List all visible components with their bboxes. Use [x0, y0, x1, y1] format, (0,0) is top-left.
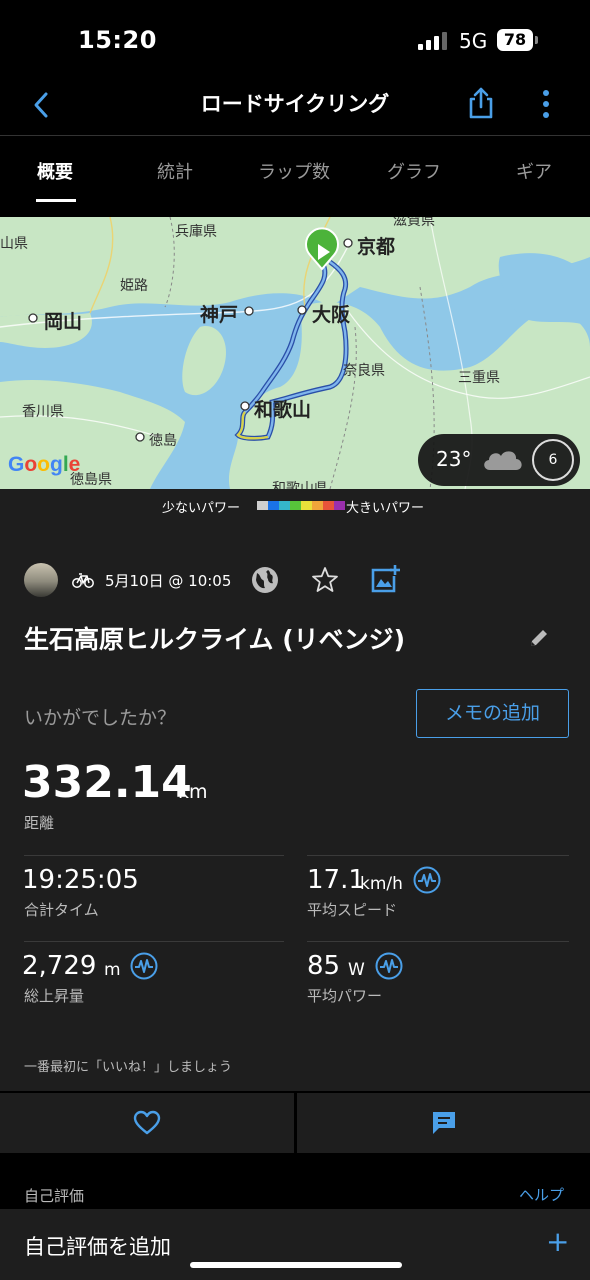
- power-swatch: [290, 501, 301, 510]
- power-swatch: [334, 501, 345, 510]
- activity-meta-row: 5月10日 @ 10:05: [24, 563, 584, 597]
- map-label-nara: 奈良県: [343, 363, 385, 379]
- map-label-himeji: 姫路: [120, 278, 148, 294]
- power-swatch: [301, 501, 312, 510]
- globe-icon[interactable]: [251, 566, 279, 594]
- power-swatch: [323, 501, 334, 510]
- divider: [307, 941, 569, 942]
- wind-speed-indicator: 6: [532, 439, 574, 481]
- comment-button[interactable]: [297, 1093, 590, 1153]
- like-button[interactable]: [0, 1093, 294, 1153]
- status-bar: 15:20 5G 78: [0, 0, 590, 80]
- add-self-evaluation-label: 自己評価を追加: [24, 1235, 171, 1259]
- power-swatch: [312, 501, 323, 510]
- distance-value: 332.14: [22, 757, 192, 808]
- distance-unit: km: [178, 781, 208, 803]
- home-indicator: [190, 1262, 402, 1268]
- divider: [24, 855, 284, 856]
- map-label-shiga: 滋賀県: [393, 217, 435, 229]
- power-legend-high: 大きいパワー: [346, 501, 425, 516]
- avg-power-value: 85: [307, 951, 341, 981]
- more-vertical-icon[interactable]: [538, 88, 554, 122]
- power-swatch: [279, 501, 290, 510]
- map-label-mie: 三重県: [458, 370, 500, 386]
- power-color-scale: [257, 501, 345, 510]
- like-first-prompt: 一番最初に「いいね！」しましょう: [24, 1060, 233, 1075]
- tab-laps[interactable]: ラップ数: [258, 158, 330, 184]
- avg-speed-label: 平均スピード: [307, 901, 398, 919]
- divider: [24, 941, 284, 942]
- add-memo-button[interactable]: メモの追加: [416, 689, 569, 738]
- avg-power-label: 平均パワー: [307, 987, 383, 1005]
- total-time-label: 合計タイム: [24, 901, 99, 919]
- avatar[interactable]: [24, 563, 58, 597]
- power-swatch: [268, 501, 279, 510]
- elevation-gain-unit: m: [104, 960, 121, 980]
- battery-indicator: 78: [497, 29, 533, 51]
- power-swatch: [257, 501, 268, 510]
- nav-header: ロードサイクリング: [0, 80, 590, 136]
- bicycle-icon: [72, 573, 94, 588]
- active-tab-indicator: [36, 199, 76, 202]
- tab-stats[interactable]: 統計: [157, 158, 193, 184]
- tab-graph[interactable]: グラフ: [387, 158, 441, 184]
- activity-date: 5月10日 @ 10:05: [105, 572, 232, 590]
- status-time: 15:20: [78, 26, 157, 54]
- divider: [307, 855, 569, 856]
- tab-bar: 概要 統計 ラップ数 グラフ ギア: [0, 137, 590, 203]
- map-label-kyoto: 京都: [357, 236, 396, 258]
- heart-icon: [133, 1110, 161, 1135]
- map-label-kobe: 神戸: [200, 304, 239, 326]
- power-legend: 少ないパワー 大きいパワー: [0, 489, 590, 519]
- map-label-wakayama: 和歌山: [254, 399, 312, 421]
- route-map[interactable]: 兵庫県 滋賀県 山県 京都 姫路 神戸 大阪 岡山 奈良県 三重県 香川県 和歌…: [0, 217, 590, 489]
- power-legend-low: 少ないパワー: [162, 501, 241, 516]
- avg-speed-unit: km/h: [360, 874, 403, 894]
- signal-icon: [418, 32, 447, 50]
- weather-temperature: 23°: [436, 447, 472, 471]
- activity-summary: 5月10日 @ 10:05 生石高原ヒルクライム (リベンジ) いかがでしたか？…: [0, 519, 590, 1091]
- weather-badge: 23° 6: [418, 434, 580, 486]
- map-label-hyogo: 兵庫県: [175, 224, 217, 240]
- map-label-okayama-pref: 山県: [0, 236, 28, 252]
- total-time-value: 19:25:05: [22, 865, 139, 895]
- map-label-tokushima: 徳島: [149, 433, 177, 449]
- star-icon[interactable]: [311, 566, 339, 594]
- pulse-icon[interactable]: [413, 866, 441, 894]
- cloud-icon: [484, 451, 522, 470]
- add-photo-icon[interactable]: [370, 564, 400, 594]
- map-label-okayama: 岡山: [44, 311, 83, 333]
- google-logo: Google: [8, 453, 81, 476]
- plus-icon[interactable]: +: [546, 1225, 569, 1258]
- distance-label: 距離: [24, 814, 55, 832]
- avg-power-unit: W: [348, 960, 365, 980]
- share-icon[interactable]: [466, 86, 496, 120]
- tab-gear[interactable]: ギア: [516, 158, 552, 184]
- elevation-gain-value: 2,729: [22, 951, 97, 981]
- comment-icon: [433, 1112, 455, 1134]
- map-label-kagawa: 香川県: [22, 404, 64, 420]
- help-link[interactable]: ヘルプ: [519, 1184, 564, 1205]
- battery-tip: [535, 36, 538, 44]
- pulse-icon[interactable]: [375, 952, 403, 980]
- page-title: ロードサイクリング: [200, 92, 390, 116]
- map-label-osaka: 大阪: [312, 304, 351, 326]
- network-type: 5G: [459, 29, 488, 53]
- social-action-bar: [0, 1091, 590, 1155]
- tab-overview[interactable]: 概要: [37, 158, 73, 184]
- pulse-icon[interactable]: [130, 952, 158, 980]
- map-label-wakayama-pref: 和歌山県: [272, 481, 328, 489]
- self-evaluation-label: 自己評価: [24, 1187, 85, 1205]
- feedback-prompt: いかがでしたか？: [24, 707, 177, 729]
- add-self-evaluation-row[interactable]: 自己評価を追加 +: [0, 1209, 590, 1280]
- activity-title: 生石高原ヒルクライム (リベンジ): [24, 625, 406, 654]
- elevation-gain-label: 総上昇量: [24, 987, 85, 1005]
- avg-speed-value: 17.1: [307, 865, 365, 895]
- pencil-icon[interactable]: [528, 627, 550, 649]
